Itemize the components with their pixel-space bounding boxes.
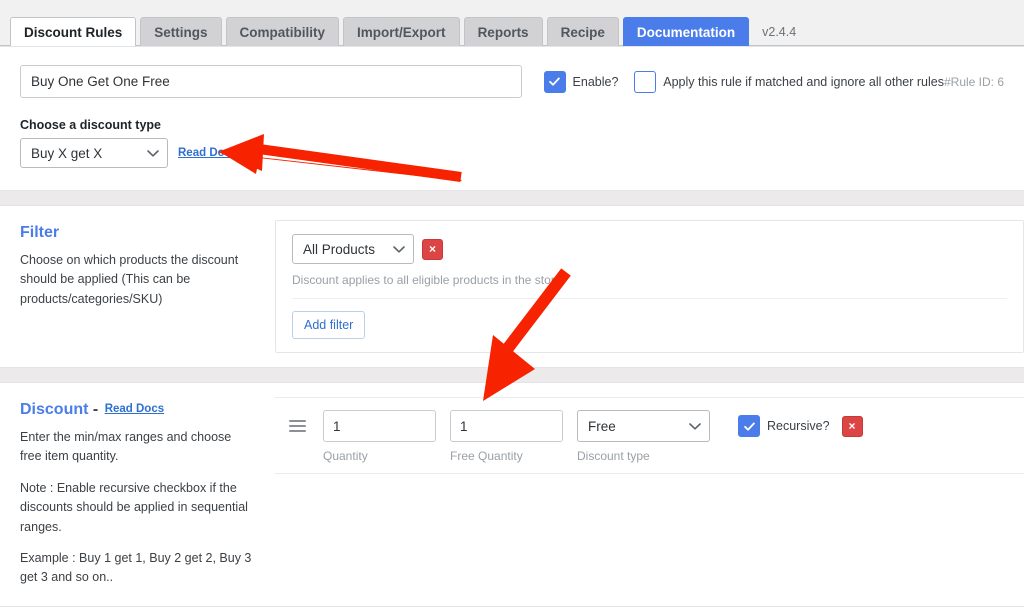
discount-type-sublabel: Discount type [577, 449, 650, 463]
remove-filter-button[interactable]: × [422, 238, 443, 260]
filter-target-select-wrap: All Products [292, 234, 414, 264]
panel-gap [0, 191, 1024, 205]
enable-checkbox[interactable] [543, 70, 566, 93]
quantity-sublabel: Quantity [323, 449, 368, 463]
discount-content-col: Quantity Free Quantity Free Discount typ… [275, 383, 1024, 606]
version-label: v2.4.4 [762, 25, 797, 39]
recursive-group: Recursive? × [738, 415, 863, 437]
tab-label: Documentation [636, 24, 736, 40]
tab-label: Recipe [560, 24, 605, 40]
tab-settings[interactable]: Settings [140, 17, 222, 46]
read-docs-link-discount[interactable]: Read Docs [105, 403, 164, 415]
filter-content-col: All Products × Discount applies to all e… [275, 206, 1024, 367]
recursive-label: Recursive? [767, 419, 830, 433]
tab-documentation[interactable]: Documentation [622, 17, 750, 46]
free-quantity-sublabel: Free Quantity [450, 449, 523, 463]
filter-divider [292, 298, 1007, 299]
quantity-field-group: Quantity [323, 410, 436, 463]
tab-recipe[interactable]: Recipe [546, 17, 619, 46]
remove-discount-row-button[interactable]: × [841, 415, 863, 437]
row-discount-type-select[interactable]: Free [577, 410, 710, 442]
tab-label: Import/Export [357, 24, 446, 40]
tab-label: Compatibility [239, 24, 326, 40]
filter-hint: Discount applies to all eligible product… [292, 273, 562, 287]
enable-label: Enable? [572, 74, 619, 89]
discount-desc-3: Example : Buy 1 get 1, Buy 2 get 2, Buy … [20, 550, 252, 585]
discount-title-text: Discount [20, 401, 89, 418]
tab-label: Reports [477, 24, 529, 40]
free-quantity-field-group: Free Quantity [450, 410, 563, 463]
filter-description: Choose on which products the discount sh… [20, 253, 239, 306]
drag-handle-icon[interactable] [289, 420, 315, 432]
filter-section-title: Filter [20, 224, 60, 241]
add-filter-button[interactable]: Add filter [292, 311, 366, 339]
discount-type-field-label: Choose a discount type [20, 118, 161, 132]
close-icon: × [848, 419, 856, 433]
rule-header-panel: Enable? Apply this rule if matched and i… [0, 46, 1024, 191]
rule-id-label: #Rule ID: 6 [943, 74, 1005, 89]
exclusive-label: Apply this rule if matched and ignore al… [663, 74, 944, 89]
tab-discount-rules[interactable]: Discount Rules [10, 17, 137, 46]
tab-compatibility[interactable]: Compatibility [225, 17, 340, 46]
exclusive-checkbox[interactable] [634, 70, 657, 93]
close-icon: × [428, 242, 436, 256]
filter-box: All Products × Discount applies to all e… [275, 220, 1024, 353]
tab-reports[interactable]: Reports [463, 17, 543, 46]
discount-desc-2: Note : Enable recursive checkbox if the … [20, 480, 248, 534]
discount-type-select-wrap: Buy X get X [20, 138, 168, 168]
rule-title-input[interactable] [20, 65, 523, 98]
filter-box-inner: All Products × Discount applies to all e… [276, 221, 1023, 352]
discount-type-select[interactable]: Buy X get X [20, 138, 168, 168]
filter-section: Filter Choose on which products the disc… [0, 205, 1024, 368]
discount-section: Discount - Read Docs Enter the min/max r… [0, 382, 1024, 607]
discount-title-dash: - [92, 401, 99, 418]
tab-bar: Discount Rules Settings Compatibility Im… [0, 0, 1024, 46]
discount-description-col: Discount - Read Docs Enter the min/max r… [0, 383, 275, 606]
read-docs-link-type[interactable]: Read Docs [178, 147, 237, 159]
discount-section-title: Discount - Read Docs [20, 401, 253, 419]
discount-desc-1: Enter the min/max ranges and choose free… [20, 430, 232, 464]
quantity-input[interactable] [323, 410, 436, 442]
filter-description-col: Filter Choose on which products the disc… [0, 206, 275, 367]
panel-gap-2 [0, 368, 1024, 382]
tab-label: Discount Rules [24, 24, 123, 40]
check-icon [743, 422, 755, 431]
check-icon [549, 77, 560, 86]
discount-rule-row: Quantity Free Quantity Free Discount typ… [275, 397, 1024, 474]
free-quantity-input[interactable] [450, 410, 563, 442]
filter-target-select[interactable]: All Products [292, 234, 414, 264]
rule-title-row: Enable? Apply this rule if matched and i… [20, 65, 1004, 98]
recursive-checkbox[interactable] [738, 415, 760, 437]
tab-label: Settings [154, 24, 208, 40]
tab-import-export[interactable]: Import/Export [343, 17, 460, 46]
discount-type-field-group: Free Discount type [577, 410, 710, 463]
row-discount-type-select-wrap: Free [577, 410, 710, 442]
